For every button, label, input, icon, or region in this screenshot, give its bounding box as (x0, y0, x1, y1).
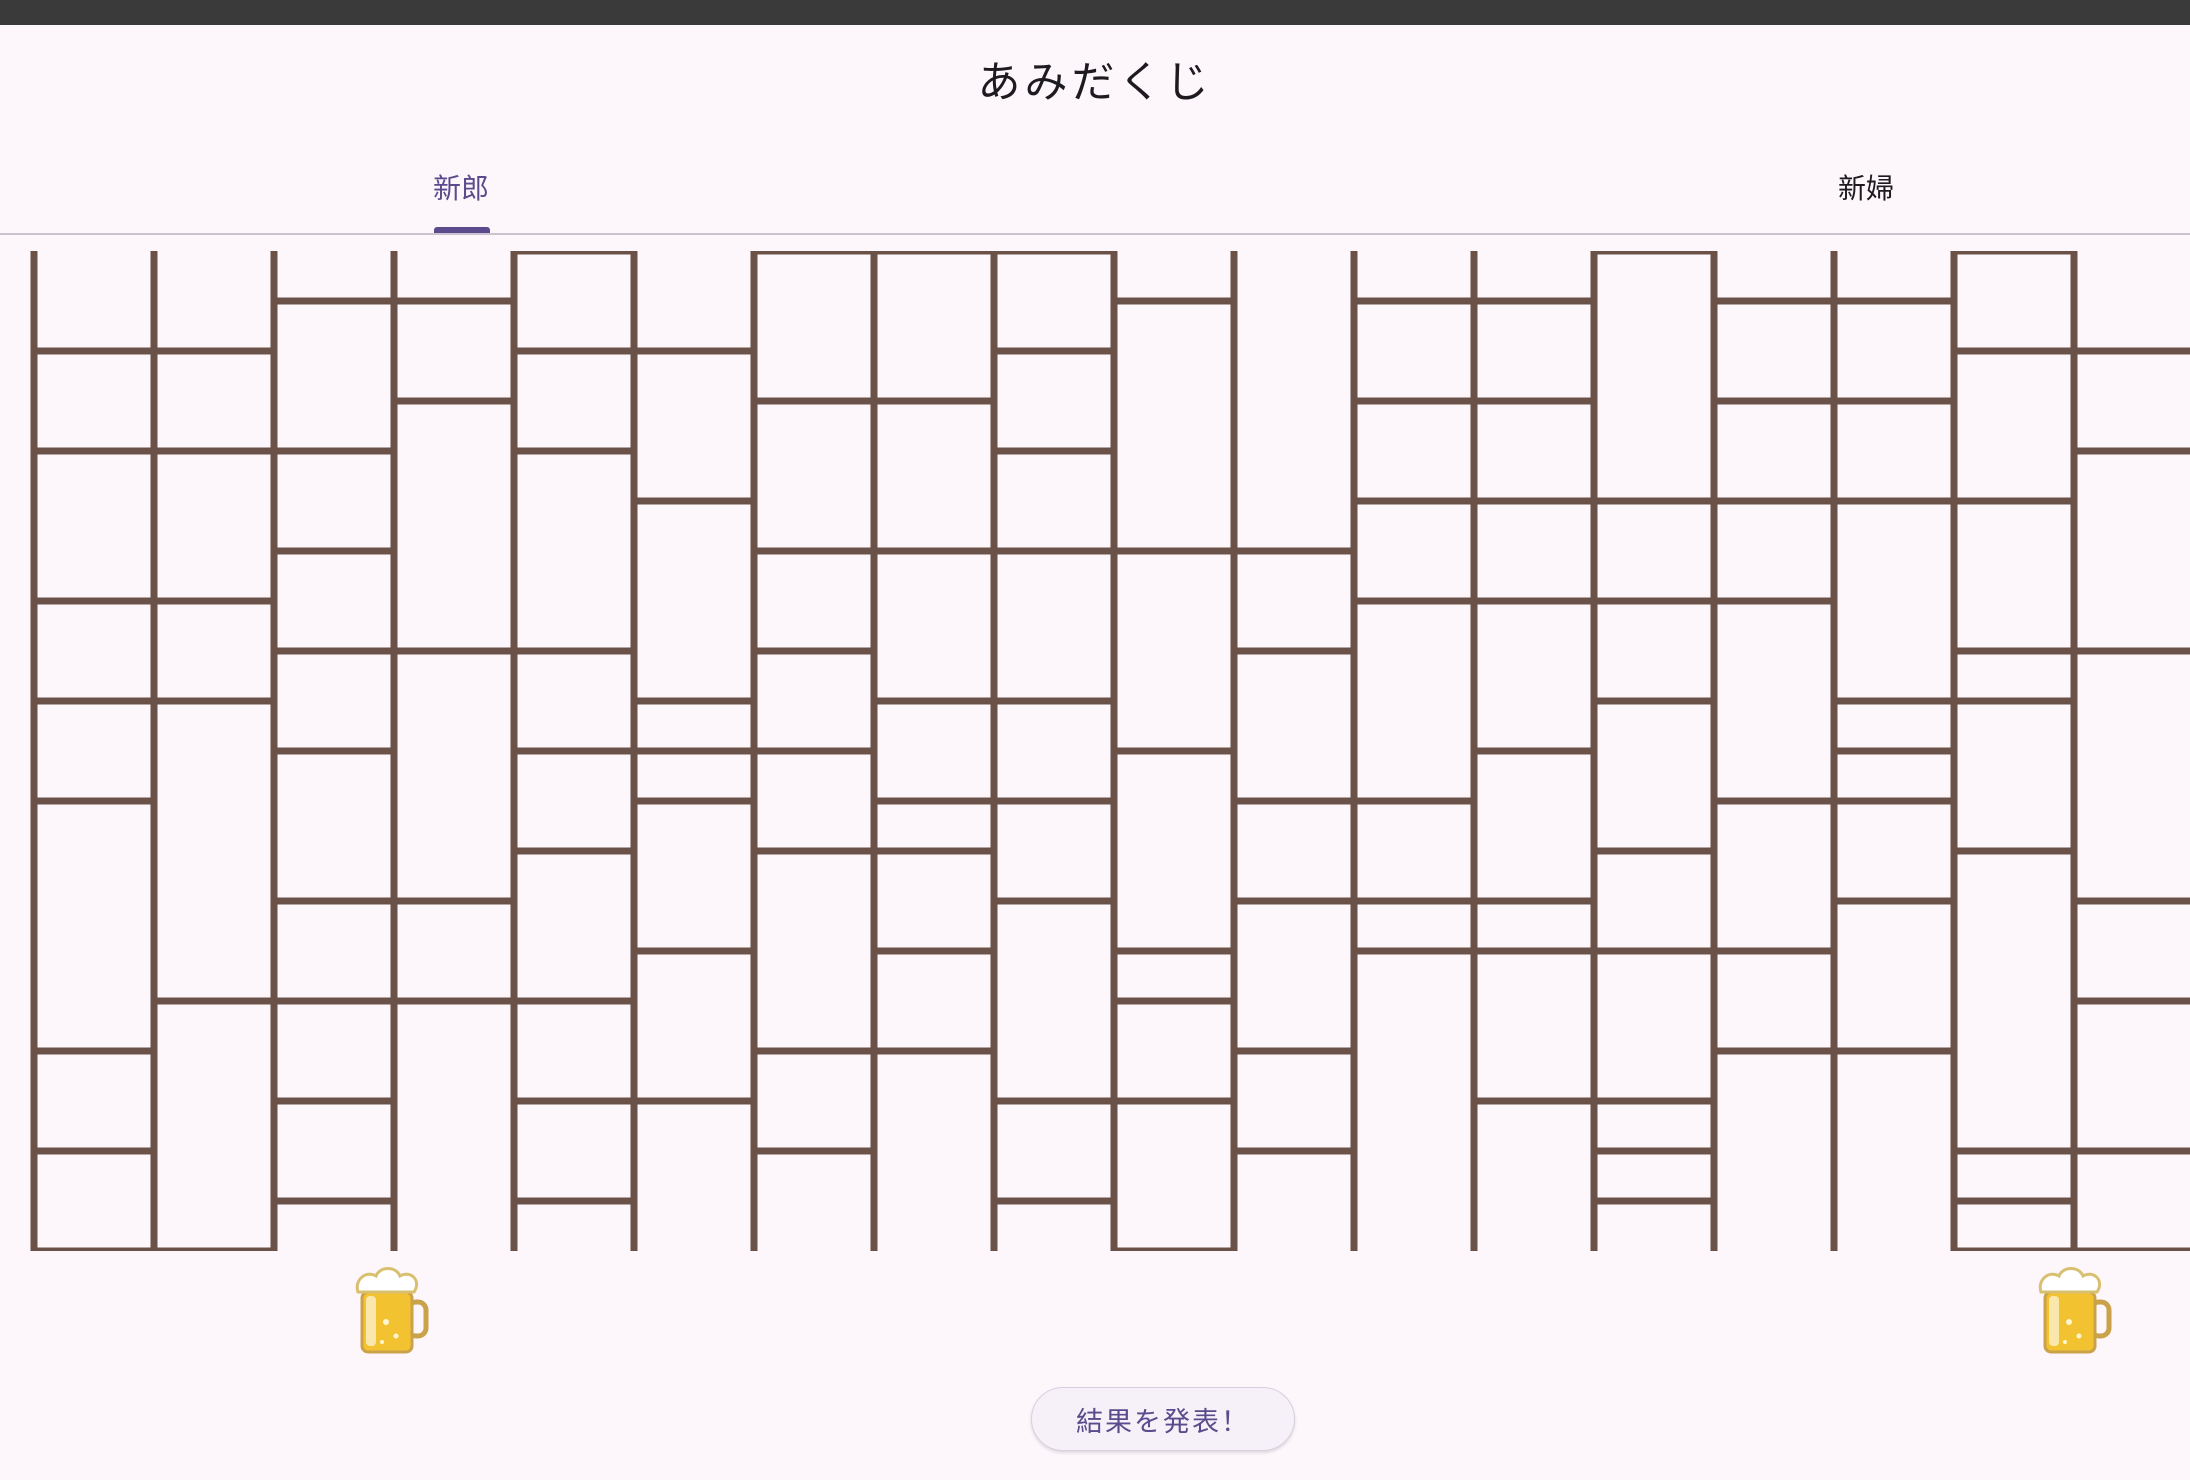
beer-mug-icon (2038, 1267, 2112, 1354)
tab-groom[interactable]: 新郎 (311, 140, 611, 233)
beer-mug-icon (355, 1267, 429, 1354)
tab-bar: 新郎 新婦 (0, 140, 2190, 235)
tab-bride[interactable]: 新婦 (1716, 140, 2016, 233)
amidakuji-ladder (30, 251, 2190, 1251)
tab-indicator (434, 227, 490, 233)
announce-result-button[interactable]: 結果を発表！ (1031, 1387, 1295, 1451)
status-bar (0, 0, 2190, 25)
page-title: あみだくじ (977, 58, 1213, 108)
